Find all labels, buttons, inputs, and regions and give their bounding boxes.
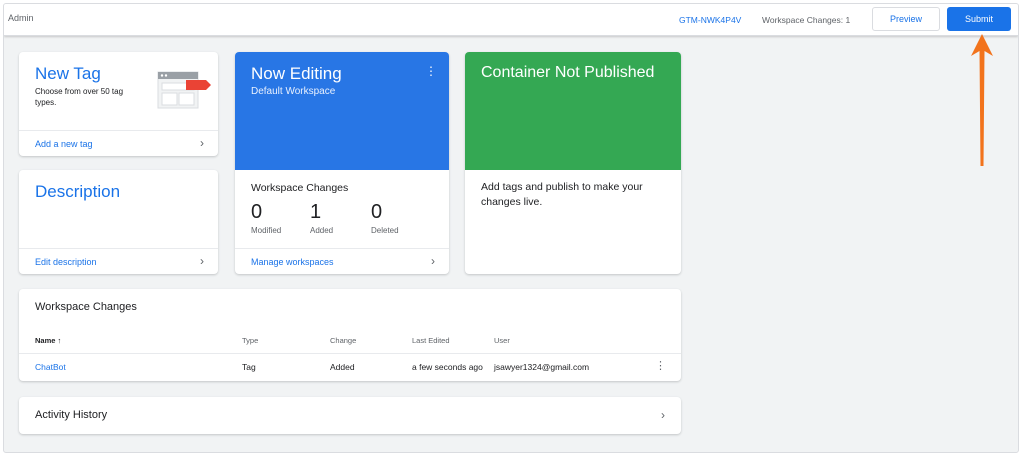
stat-deleted: 0 Deleted bbox=[371, 200, 399, 235]
divider bbox=[19, 353, 681, 354]
activity-history-card[interactable]: Activity History › bbox=[19, 397, 681, 434]
container-status-title: Container Not Published bbox=[481, 64, 655, 81]
chevron-right-icon: › bbox=[200, 136, 204, 150]
admin-link[interactable]: Admin bbox=[8, 13, 34, 23]
new-tag-card[interactable]: New Tag Choose from over 50 tag types. A… bbox=[19, 52, 218, 156]
now-editing-card: Now Editing Default Workspace ⋮ Workspac… bbox=[235, 52, 449, 274]
description-title: Description bbox=[35, 182, 121, 201]
tag-illustration-icon bbox=[157, 71, 211, 109]
column-header-type: Type bbox=[242, 336, 259, 345]
edit-description-link[interactable]: Edit description bbox=[35, 257, 97, 267]
chevron-right-icon: › bbox=[431, 254, 435, 268]
stat-added: 1 Added bbox=[310, 200, 333, 235]
row-type: Tag bbox=[242, 362, 256, 372]
stat-value: 0 bbox=[371, 201, 383, 223]
column-header-last-edited: Last Edited bbox=[412, 336, 450, 345]
stat-modified: 0 Modified bbox=[251, 200, 281, 235]
container-status-header: Container Not Published bbox=[465, 52, 681, 170]
new-tag-description: Choose from over 50 tag types. bbox=[35, 87, 124, 107]
chevron-right-icon: › bbox=[200, 254, 204, 268]
stat-value: 1 bbox=[310, 201, 322, 223]
manage-workspaces-link[interactable]: Manage workspaces bbox=[251, 257, 334, 267]
submit-button[interactable]: Submit bbox=[947, 7, 1011, 31]
container-id[interactable]: GTM-NWK4P4V bbox=[679, 15, 741, 25]
now-editing-title: Now Editing bbox=[251, 64, 342, 83]
container-status-text: Add tags and publish to make your change… bbox=[481, 181, 643, 208]
stat-label: Deleted bbox=[371, 226, 399, 235]
activity-history-title: Activity History bbox=[35, 409, 108, 421]
workspace-changes-heading: Workspace Changes bbox=[251, 182, 349, 194]
workspace-changes-count: Workspace Changes: 1 bbox=[762, 15, 851, 25]
annotation-arrow-icon bbox=[971, 34, 993, 166]
stat-label: Added bbox=[310, 226, 334, 235]
new-tag-title: New Tag bbox=[35, 64, 101, 83]
add-new-tag-link[interactable]: Add a new tag bbox=[35, 139, 93, 149]
more-vert-icon[interactable]: ⋮ bbox=[425, 64, 437, 78]
top-bar: Admin GTM-NWK4P4V Workspace Changes: 1 P… bbox=[4, 4, 1018, 36]
column-header-change: Change bbox=[330, 336, 357, 345]
description-card[interactable]: Description Edit description › bbox=[19, 170, 218, 274]
gtm-workspace-window: Admin GTM-NWK4P4V Workspace Changes: 1 P… bbox=[3, 3, 1019, 453]
workspace-changes-title: Workspace Changes bbox=[35, 301, 137, 313]
row-user: jsawyer1324@gmail.com bbox=[494, 362, 590, 372]
stat-label: Modified bbox=[251, 226, 282, 235]
preview-button[interactable]: Preview bbox=[872, 7, 940, 31]
now-editing-footer[interactable]: Manage workspaces › bbox=[235, 248, 449, 274]
container-status-card: Container Not Published Add tags and pub… bbox=[465, 52, 681, 274]
row-name-link[interactable]: ChatBot bbox=[35, 362, 66, 372]
stat-value: 0 bbox=[251, 201, 263, 223]
new-tag-footer[interactable]: Add a new tag › bbox=[19, 130, 218, 156]
workspace-changes-card: Workspace Changes Name ↑ Type Change Las… bbox=[19, 289, 681, 381]
chevron-right-icon: › bbox=[661, 408, 665, 422]
column-header-name[interactable]: Name ↑ bbox=[35, 336, 61, 345]
now-editing-header: Now Editing Default Workspace ⋮ bbox=[235, 52, 449, 170]
row-last-edited: a few seconds ago bbox=[412, 362, 483, 372]
description-footer[interactable]: Edit description › bbox=[19, 248, 218, 274]
column-header-user: User bbox=[494, 336, 510, 345]
workspace-name: Default Workspace bbox=[251, 86, 336, 97]
row-change: Added bbox=[330, 362, 355, 372]
more-vert-icon[interactable]: ⋮ bbox=[655, 359, 666, 372]
